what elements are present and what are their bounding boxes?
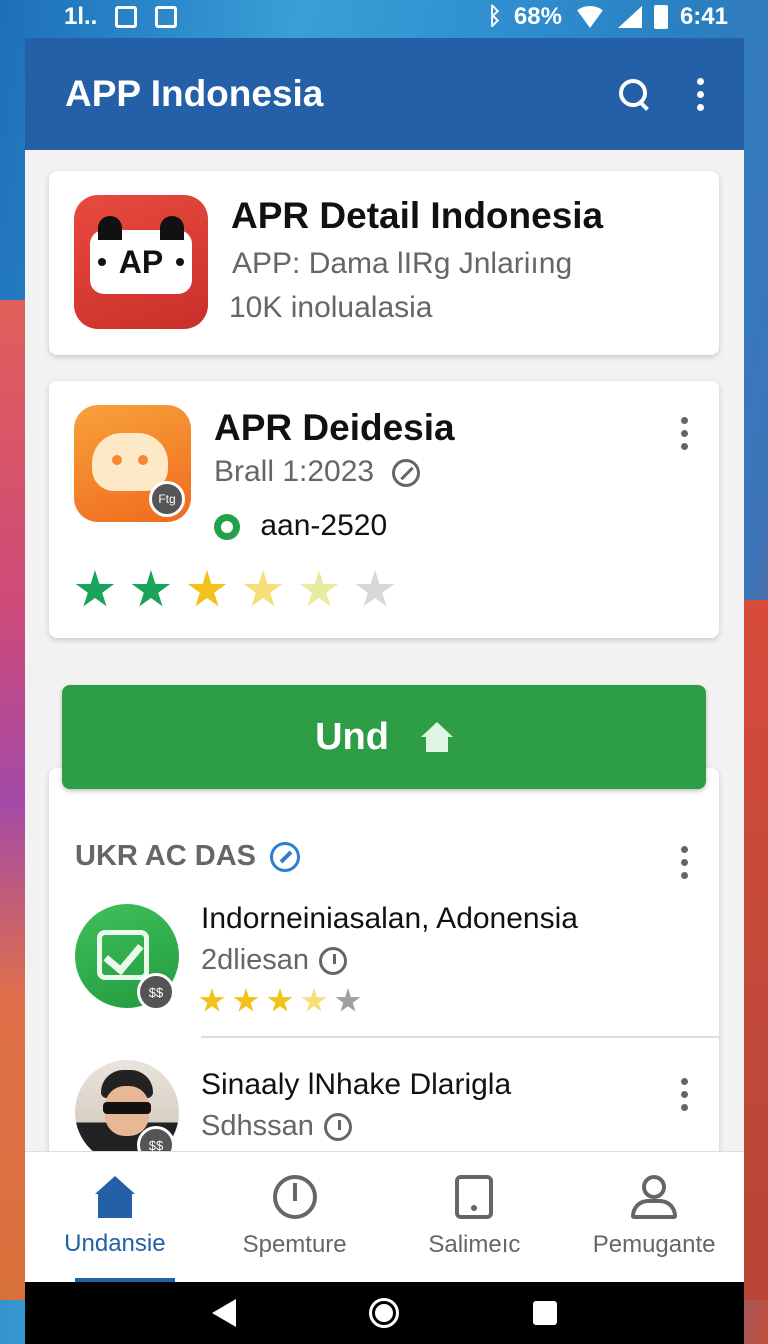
card-more-icon[interactable] (681, 417, 688, 450)
detail-card-title: APR Deidesia (214, 407, 455, 448)
wifi-icon (573, 6, 606, 28)
home-circle-icon[interactable] (369, 1298, 400, 1328)
nav-label: Pemugante (592, 1231, 716, 1258)
app-logo-text: AP (118, 243, 164, 280)
section-more-icon[interactable] (681, 846, 688, 879)
app-badge: Ftg (149, 481, 185, 517)
item-rating-stars (199, 988, 361, 1014)
section-title: UKR AC DAS (75, 840, 256, 872)
status-bar: 1l.. ᛒ 68% 6:41 (0, 0, 768, 34)
app-screen: APP Indonesia AP APR Detail Indonesia AP… (25, 38, 744, 1282)
star-icon (355, 570, 395, 607)
battery-icon (653, 5, 668, 29)
image-icon (155, 6, 178, 28)
section-header: UKR AC DAS (75, 840, 300, 873)
list-item-subtitle: 2dliesan (201, 944, 310, 976)
clock-icon (323, 1112, 352, 1141)
detail-card-code: aan-2520 (260, 509, 388, 542)
clock-icon (319, 946, 348, 975)
home-icon (420, 722, 453, 752)
bluetooth-icon: ᛒ (487, 3, 502, 30)
nav-item-tablet[interactable]: Salimeıc (385, 1152, 565, 1282)
detail-card-date: Brall 1:2023 (214, 455, 375, 488)
notification-icon (115, 6, 138, 28)
signal-text: 1l.. (64, 3, 98, 30)
star-icon (131, 570, 171, 607)
list-item-subtitle: Sdhssan (201, 1110, 314, 1142)
item-more-icon[interactable] (681, 1078, 688, 1111)
nav-item-profile[interactable]: Pemugante (564, 1152, 744, 1282)
search-icon[interactable] (619, 79, 649, 109)
battery-percent: 68% (513, 3, 562, 30)
rating-stars (75, 570, 395, 610)
nav-label: Spemture (242, 1231, 347, 1258)
primary-button-label: Und (315, 715, 389, 758)
star-icon (199, 988, 225, 1012)
star-icon (243, 570, 283, 607)
star-icon (75, 570, 115, 607)
list-divider (201, 1036, 719, 1038)
nav-label: Undansie (64, 1230, 166, 1257)
person-icon (631, 1175, 678, 1219)
featured-app-downloads: 10K inolualasia (229, 291, 433, 324)
star-icon (267, 988, 293, 1012)
status-dot-icon (214, 514, 240, 541)
star-icon (301, 988, 327, 1012)
featured-app-title: APR Detail Indonesia (231, 195, 604, 236)
recents-icon[interactable] (533, 1301, 558, 1325)
tablet-icon (455, 1175, 494, 1219)
app-detail-card[interactable]: Ftg APR Deidesia Brall 1:2023 aan-2520 (49, 381, 719, 638)
back-icon[interactable] (211, 1299, 236, 1327)
bottom-navigation: Undansie Spemture Salimeıc Pemugante (25, 1151, 744, 1282)
primary-action-button[interactable]: Und (62, 685, 706, 789)
verified-icon (269, 841, 300, 872)
cell-signal-icon (617, 6, 642, 28)
blocked-icon (392, 459, 421, 488)
list-item-title[interactable]: Indorneiniasalan, Adonensia (201, 902, 578, 936)
star-icon (335, 988, 361, 1012)
nav-item-home[interactable]: Undansie (25, 1152, 205, 1282)
featured-app-subtitle: APP: Dama lIRg Jnlariıng (232, 247, 573, 280)
app-title: APP Indonesia (65, 73, 324, 114)
timer-icon (272, 1175, 317, 1219)
item-badge: $$ (137, 973, 175, 1011)
featured-app-card[interactable]: AP APR Detail Indonesia APP: Dama lIRg J… (49, 171, 719, 355)
home-icon (94, 1176, 135, 1218)
app-logo-icon: AP (74, 195, 208, 329)
star-icon (187, 570, 227, 607)
clock-time: 6:41 (679, 3, 728, 30)
nav-label: Salimeıc (428, 1231, 521, 1258)
star-icon (299, 570, 339, 607)
nav-item-timer[interactable]: Spemture (205, 1152, 385, 1282)
system-navigation-bar (25, 1282, 744, 1344)
more-vert-icon[interactable] (697, 77, 704, 111)
list-item-title[interactable]: Sinaaly lNhake Dlarigla (201, 1068, 511, 1102)
star-icon (233, 988, 259, 1012)
app-bar: APP Indonesia (25, 38, 744, 150)
